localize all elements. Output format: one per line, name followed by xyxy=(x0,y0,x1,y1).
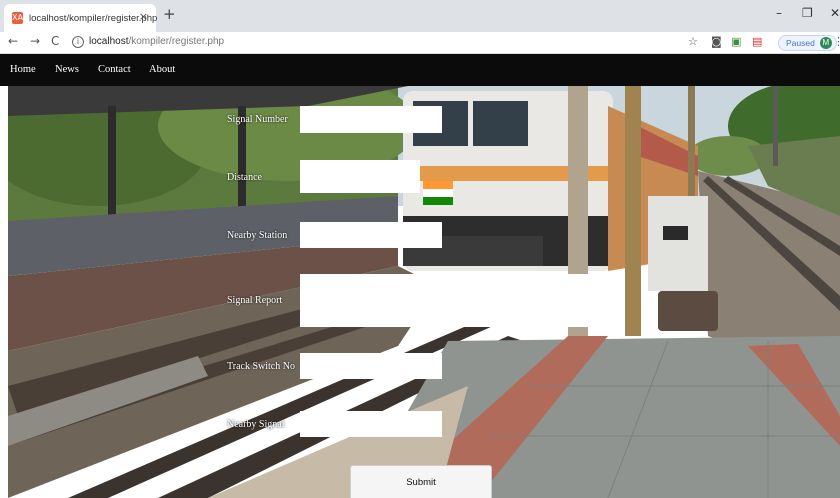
signal-number-input[interactable] xyxy=(300,106,442,133)
minimize-window-icon[interactable]: – xyxy=(776,6,782,20)
mail-icon[interactable]: ▤ xyxy=(752,35,762,48)
distance-input[interactable] xyxy=(300,160,420,193)
url-host: localhost xyxy=(89,36,129,47)
url-path: /kompiler/register.php xyxy=(128,36,225,47)
distance-label: Distance xyxy=(227,172,262,183)
info-icon[interactable]: i xyxy=(72,36,84,48)
back-arrow-icon[interactable]: ← xyxy=(8,34,18,48)
nearby-station-input[interactable] xyxy=(300,222,442,248)
avatar: M xyxy=(819,37,832,49)
nearby-signal-input[interactable] xyxy=(300,411,442,437)
star-icon[interactable]: ☆ xyxy=(688,35,698,48)
nearby-signal-label: Nearby Signal xyxy=(227,419,285,430)
signal-report-textarea[interactable] xyxy=(300,274,610,327)
track-switch-no-input[interactable] xyxy=(300,353,442,379)
tab-close-icon[interactable]: × xyxy=(139,10,148,23)
browser-toolbar: ← → C i localhost/kompiler/register.php … xyxy=(0,32,840,54)
profile-status: Paused xyxy=(786,38,815,48)
signal-number-label: Signal Number xyxy=(227,114,288,125)
new-tab-button[interactable]: + xyxy=(163,5,176,23)
camera-icon[interactable]: ◙ xyxy=(711,35,722,48)
reload-icon[interactable]: C xyxy=(51,34,59,48)
extension-icon[interactable]: ▣ xyxy=(731,35,741,48)
close-window-icon[interactable]: ✕ xyxy=(830,6,840,20)
browser-tab-strip: XA localhost/kompiler/register.php × + –… xyxy=(0,0,840,32)
track-switch-no-label: Track Switch No xyxy=(227,361,295,372)
forward-arrow-icon[interactable]: → xyxy=(30,34,40,48)
site-favicon-icon: XA xyxy=(12,12,23,24)
nav-link-about[interactable]: About xyxy=(149,64,175,75)
site-navbar: Home News Contact About xyxy=(0,54,840,86)
kebab-menu-icon[interactable]: ⋮ xyxy=(833,35,840,48)
browser-tab[interactable]: XA localhost/kompiler/register.php × xyxy=(4,4,157,32)
nav-link-contact[interactable]: Contact xyxy=(98,64,131,75)
address-bar[interactable]: localhost/kompiler/register.php xyxy=(89,36,224,47)
nearby-station-label: Nearby Station xyxy=(227,230,288,241)
signal-report-label: Signal Report xyxy=(227,295,283,306)
submit-button[interactable]: Submit xyxy=(350,465,492,498)
nav-link-home[interactable]: Home xyxy=(10,64,36,75)
nav-link-news[interactable]: News xyxy=(55,64,79,75)
profile-button[interactable]: Paused M xyxy=(778,35,837,51)
restore-window-icon[interactable]: ❐ xyxy=(802,6,813,20)
